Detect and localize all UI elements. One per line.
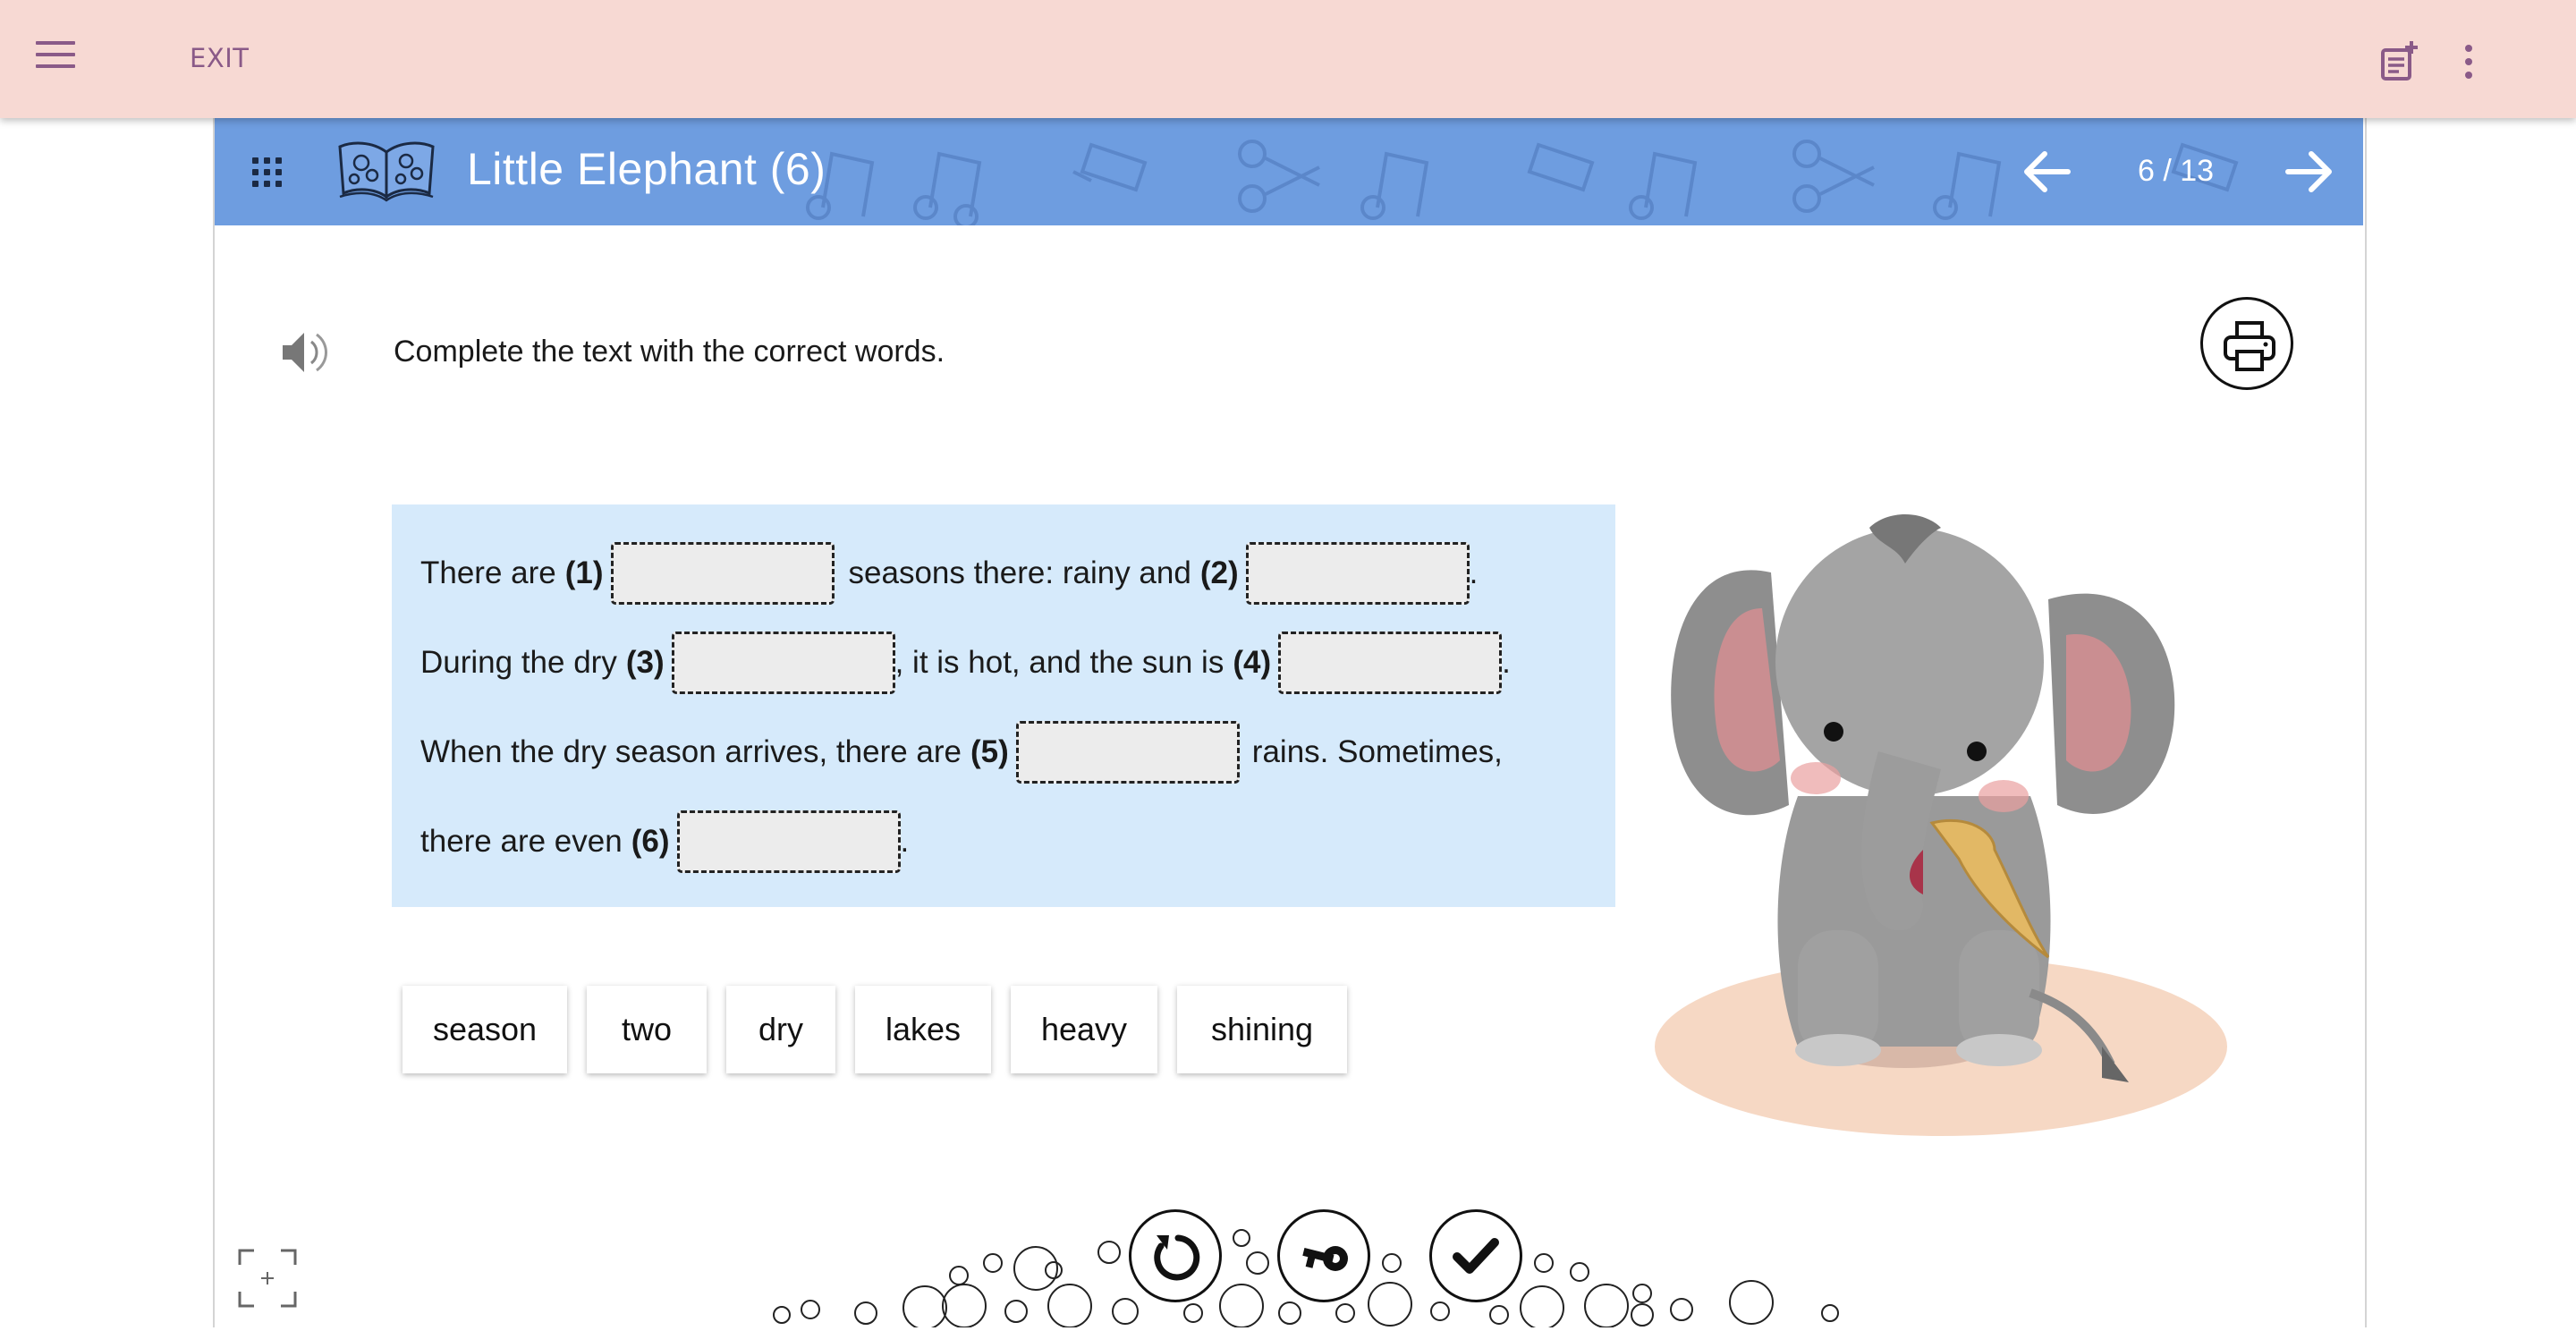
page-indicator: 6 / 13 — [2138, 154, 2215, 188]
blank-5[interactable] — [1015, 721, 1240, 784]
reset-button[interactable] — [1129, 1209, 1222, 1302]
reset-icon — [1154, 1234, 1200, 1281]
blank-4[interactable] — [1278, 632, 1503, 694]
word-chip-heavy[interactable]: heavy — [1011, 986, 1157, 1073]
add-note-icon[interactable] — [2379, 41, 2419, 82]
printer-icon[interactable] — [2200, 297, 2293, 390]
book-icon — [336, 138, 436, 202]
speaker-icon[interactable] — [279, 327, 333, 377]
menu-icon[interactable] — [36, 41, 75, 73]
gap-fill-text: There are (1) seasons there: rainy and (… — [392, 504, 1615, 907]
word-chip-shining[interactable]: shining — [1177, 986, 1347, 1073]
text-line-1: There are (1) seasons there: rainy and (… — [420, 540, 1478, 606]
more-vert-icon[interactable] — [2460, 45, 2478, 84]
arrow-right-icon[interactable] — [2283, 147, 2336, 197]
title-bar: Little Elephant (6) 6 / 13 — [215, 118, 2363, 225]
blank-6[interactable] — [676, 810, 901, 873]
apps-grid-icon[interactable] — [252, 157, 283, 188]
word-chip-two[interactable]: two — [587, 986, 707, 1073]
arrow-left-icon[interactable] — [2020, 147, 2073, 197]
blank-1[interactable] — [610, 542, 835, 605]
instruction-text: Complete the text with the correct words… — [394, 335, 945, 369]
text-line-2: During the dry (3) , it is hot, and the … — [420, 630, 1511, 696]
word-chip-lakes[interactable]: lakes — [855, 986, 991, 1073]
elephant-illustration — [1637, 510, 2227, 1145]
exit-button[interactable]: EXIT — [190, 43, 249, 73]
app-bar: EXIT — [0, 0, 2576, 118]
page-title: Little Elephant (6) — [467, 144, 826, 194]
key-icon — [1302, 1246, 1348, 1271]
blank-3[interactable] — [671, 632, 895, 694]
word-chip-dry[interactable]: dry — [726, 986, 835, 1073]
blank-2[interactable] — [1245, 542, 1470, 605]
check-icon — [1453, 1238, 1499, 1274]
word-chip-season[interactable]: season — [402, 986, 567, 1073]
check-button[interactable] — [1429, 1209, 1522, 1302]
text-line-3: When the dry season arrives, there are (… — [420, 719, 1503, 785]
fullscreen-icon[interactable] — [236, 1247, 299, 1310]
text-line-4: there are even (6) . — [420, 809, 909, 875]
show-answers-button[interactable] — [1277, 1209, 1370, 1302]
